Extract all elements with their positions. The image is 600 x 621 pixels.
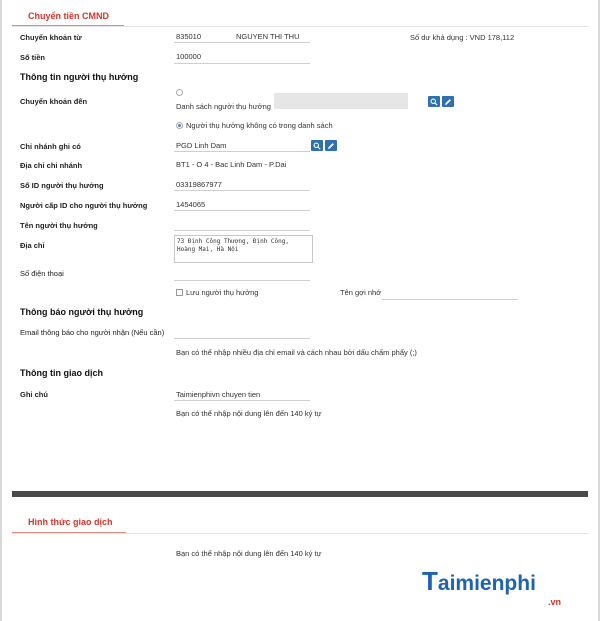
branch-address-label: Địa chỉ chi nhánh	[20, 161, 83, 170]
radio-beneficiary-list-label: Danh sách người thụ hưởng	[176, 102, 271, 111]
id-value: 03319867977	[176, 180, 222, 189]
header-rule	[12, 26, 588, 27]
balance-text: Số dư khả dụng : VND 178,112	[410, 33, 515, 42]
tab-title[interactable]: Chuyển tiền CMND	[28, 11, 109, 21]
branch-select[interactable]: PGD Linh Dam	[174, 139, 310, 152]
method-hint: Bạn có thể nhập nội dung lên đến 140 ký …	[176, 549, 322, 558]
nickname-label: Tên gợi nhớ	[340, 288, 382, 297]
id-input[interactable]: 03319867977	[174, 178, 310, 191]
id-issuer-input[interactable]: 1454065	[174, 198, 310, 211]
method-rule	[12, 533, 588, 534]
transfer-to-label: Chuyển khoản đến	[20, 97, 88, 106]
search-icon	[313, 142, 321, 150]
amount-label: Số tiền	[20, 53, 46, 62]
phone-input[interactable]	[174, 268, 310, 281]
beneficiary-list-select[interactable]	[274, 93, 408, 109]
address-textarea[interactable]: 73 Định Công Thượng, Định Công, Hoàng Ma…	[174, 235, 313, 263]
beneficiary-edit-button[interactable]	[442, 96, 454, 107]
note-hint: Bạn có thể nhập nội dung lên đến 140 ký …	[176, 409, 322, 418]
email-label: Email thông báo cho người nhận (Nếu cần)	[20, 328, 165, 337]
phone-label: Số điện thoại	[20, 269, 64, 278]
nickname-input[interactable]	[382, 287, 518, 300]
radio-beneficiary-list[interactable]	[176, 89, 183, 96]
id-issuer-label: Người cấp ID cho người thụ hưởng	[20, 201, 148, 210]
method-section-title: Hình thức giao dịch	[28, 517, 113, 527]
radio-not-in-list-label: Người thụ hưởng không có trong danh sách	[186, 121, 333, 130]
taimienphi-logo: Taimienphi	[422, 566, 536, 597]
beneficiary-search-button[interactable]	[428, 96, 440, 107]
branch-edit-button[interactable]	[325, 140, 337, 151]
source-account-label: Chuyển khoản từ	[20, 33, 82, 42]
notify-section-title: Thông báo người thụ hưởng	[20, 307, 144, 317]
beneficiary-name-input[interactable]	[174, 218, 310, 231]
logo-first-letter: T	[422, 566, 438, 596]
note-label: Ghi chú	[20, 390, 48, 399]
branch-value: PGD Linh Dam	[176, 141, 227, 150]
pencil-icon	[328, 142, 334, 149]
email-hint: Bạn có thể nhập nhiều địa chỉ email và c…	[176, 348, 417, 357]
email-input[interactable]	[174, 326, 310, 339]
save-beneficiary-label: Lưu người thụ hưởng	[186, 288, 259, 297]
branch-address-value: BT1 - O 4 - Bac Linh Dam - P.Dai	[176, 160, 287, 169]
search-icon	[430, 98, 438, 106]
address-label: Địa chỉ	[20, 241, 45, 250]
note-value: Taimienphivn chuyen tien	[176, 390, 261, 399]
amount-input[interactable]: 100000	[174, 51, 310, 64]
beneficiary-name-label: Tên người thụ hưởng	[20, 221, 98, 230]
source-account-number: 835010	[176, 32, 202, 41]
note-input[interactable]: Taimienphivn chuyen tien	[174, 388, 310, 401]
pencil-icon	[445, 98, 451, 105]
section-divider-bar	[12, 491, 588, 497]
logo-rest: aimienphi	[437, 572, 536, 595]
save-beneficiary-checkbox[interactable]	[176, 289, 183, 296]
beneficiary-section-title: Thông tin người thụ hưởng	[20, 72, 139, 82]
branch-label: Chi nhánh ghi có	[20, 142, 81, 151]
id-issuer-value: 1454065	[176, 200, 206, 209]
source-account-name: NGUYEN THI THU	[236, 32, 300, 41]
transaction-section-title: Thông tin giao dịch	[20, 368, 103, 378]
id-label: Số ID người thụ hưởng	[20, 181, 104, 190]
radio-not-in-list[interactable]	[176, 122, 183, 129]
logo-suffix: .vn	[548, 597, 562, 607]
amount-value: 100000	[176, 52, 202, 61]
branch-search-button[interactable]	[311, 140, 323, 151]
source-account-select[interactable]: 835010 NGUYEN THI THU	[174, 31, 310, 43]
